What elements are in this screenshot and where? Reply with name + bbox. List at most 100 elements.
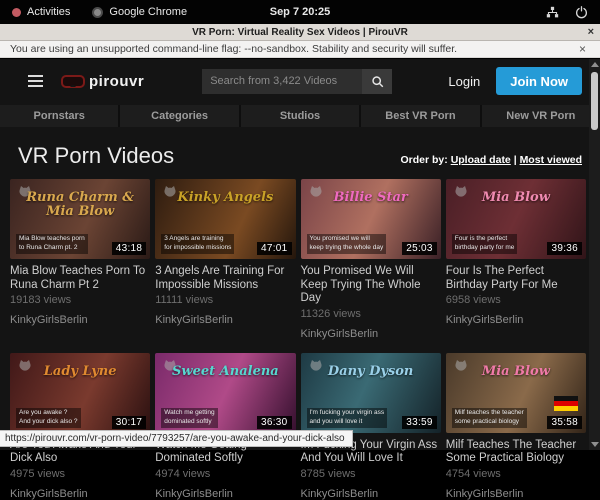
video-card[interactable]: Dany Dyson I'm fucking your virgin assan… bbox=[301, 353, 441, 500]
studio-link[interactable]: KinkyGirlsBerlin bbox=[10, 488, 150, 500]
video-grid: Runa Charm & Mia Blow Mia Blow teaches p… bbox=[0, 177, 600, 500]
duration-badge: 30:17 bbox=[112, 416, 147, 429]
order-by-label: Order by: bbox=[401, 154, 448, 166]
activities-button[interactable]: Activities bbox=[12, 6, 70, 18]
thumbnail-caption: I'm fucking your virgin assand you will … bbox=[307, 408, 388, 428]
duration-badge: 25:03 bbox=[402, 242, 437, 255]
search-bar bbox=[202, 69, 392, 94]
video-thumbnail[interactable]: Mia Blow Milf teaches the teachersome pr… bbox=[446, 353, 586, 433]
browser-title-bar: VR Porn: Virtual Reality Sex Videos | Pi… bbox=[0, 24, 600, 41]
window-close-icon[interactable]: × bbox=[588, 26, 594, 38]
video-title[interactable]: Milf Teaches The Teacher Some Practical … bbox=[446, 439, 586, 466]
studio-link[interactable]: KinkyGirlsBerlin bbox=[155, 314, 295, 326]
view-count: 4974 views bbox=[155, 468, 295, 480]
search-button[interactable] bbox=[362, 69, 392, 94]
chrome-warning-bar: You are using an unsupported command-lin… bbox=[0, 41, 600, 58]
duration-badge: 39:36 bbox=[547, 242, 582, 255]
join-now-button[interactable]: Join Now bbox=[496, 67, 582, 95]
logo-text: pirouvr bbox=[89, 73, 144, 90]
active-app-menu[interactable]: Google Chrome bbox=[92, 6, 187, 18]
network-icon[interactable] bbox=[546, 6, 559, 19]
view-count: 8785 views bbox=[301, 468, 441, 480]
studio-link[interactable]: KinkyGirlsBerlin bbox=[446, 314, 586, 326]
search-icon bbox=[371, 75, 384, 88]
view-count: 4975 views bbox=[10, 468, 150, 480]
view-count: 11111 views bbox=[155, 294, 295, 306]
video-title[interactable]: You Promised We Will Keep Trying The Who… bbox=[301, 265, 441, 306]
caption-line: keep trying the whole day bbox=[310, 244, 384, 251]
video-card[interactable]: Mia Blow Milf teaches the teachersome pr… bbox=[446, 353, 586, 500]
search-input[interactable] bbox=[202, 69, 362, 94]
video-card[interactable]: Sweet Analena Watch me gettingdominated … bbox=[155, 353, 295, 500]
activities-label: Activities bbox=[27, 6, 70, 18]
studio-link[interactable]: KinkyGirlsBerlin bbox=[301, 488, 441, 500]
warning-close-icon[interactable]: × bbox=[579, 42, 590, 56]
record-indicator-icon bbox=[12, 8, 21, 17]
duration-badge: 35:58 bbox=[547, 416, 582, 429]
caption-line: Mia Blow teaches porn bbox=[19, 235, 85, 242]
video-thumbnail[interactable]: Lady Lyne Are you awake ?And your dick a… bbox=[10, 353, 150, 433]
video-card[interactable]: Billie Star You promised we will keep try… bbox=[301, 179, 441, 340]
video-title[interactable]: 3 Angels Are Training For Impossible Mis… bbox=[155, 265, 295, 292]
caption-line: Four is the perfect bbox=[455, 235, 507, 242]
caption-line: You promised we will bbox=[310, 235, 370, 242]
video-thumbnail[interactable]: Billie Star You promised we will keep try… bbox=[301, 179, 441, 259]
thumbnail-overlay-name: Mia Blow bbox=[446, 365, 586, 379]
page-scrollbar[interactable] bbox=[589, 59, 600, 450]
video-thumbnail[interactable]: Runa Charm & Mia Blow Mia Blow teaches p… bbox=[10, 179, 150, 259]
scroll-down-icon[interactable] bbox=[591, 442, 599, 447]
order-upload-date-link[interactable]: Upload date bbox=[451, 154, 511, 166]
thumbnail-caption: 3 Angels are training for impossible miss… bbox=[161, 234, 234, 254]
tab-title: VR Porn: Virtual Reality Sex Videos | Pi… bbox=[192, 27, 408, 38]
video-card[interactable]: Mia Blow Four is the perfectbirthday par… bbox=[446, 179, 586, 340]
view-count: 6958 views bbox=[446, 294, 586, 306]
caption-line: 3 Angels are training bbox=[164, 235, 223, 242]
thumbnail-overlay-name: Mia Blow bbox=[446, 191, 586, 205]
video-card[interactable]: Kinky Angels 3 Angels are training for im… bbox=[155, 179, 295, 340]
thumbnail-caption: Four is the perfectbirthday party for me bbox=[452, 234, 518, 254]
scrollbar-thumb[interactable] bbox=[591, 72, 598, 130]
caption-line: dominated softly bbox=[164, 418, 211, 425]
nav-item-new-vr-porn[interactable]: New VR Porn bbox=[482, 105, 600, 127]
site-logo[interactable]: pirouvr bbox=[61, 73, 144, 90]
caption-line: Milf teaches the teacher bbox=[455, 409, 524, 416]
nav-item-studios[interactable]: Studios bbox=[241, 105, 359, 127]
video-title[interactable]: Mia Blow Teaches Porn To Runa Charm Pt 2 bbox=[10, 265, 150, 292]
video-card[interactable]: Runa Charm & Mia Blow Mia Blow teaches p… bbox=[10, 179, 150, 340]
active-app-label: Google Chrome bbox=[109, 6, 187, 18]
power-icon[interactable] bbox=[575, 6, 588, 19]
page-header: VR Porn Videos Order by: Upload date | M… bbox=[0, 127, 600, 177]
thumbnail-overlay-name: Kinky Angels bbox=[155, 191, 295, 205]
caption-line: I'm fucking your virgin ass bbox=[310, 409, 385, 416]
duration-badge: 47:01 bbox=[257, 242, 292, 255]
main-nav: Pornstars Categories Studios Best VR Por… bbox=[0, 105, 600, 127]
status-url-tooltip: https://pirouvr.com/vr-porn-video/779325… bbox=[0, 430, 353, 447]
nav-item-best-vr-porn[interactable]: Best VR Porn bbox=[361, 105, 479, 127]
nav-item-categories[interactable]: Categories bbox=[120, 105, 238, 127]
view-count: 19183 views bbox=[10, 294, 150, 306]
video-card[interactable]: Lady Lyne Are you awake ?And your dick a… bbox=[10, 353, 150, 500]
nav-item-pornstars[interactable]: Pornstars bbox=[0, 105, 118, 127]
scroll-up-icon[interactable] bbox=[591, 62, 599, 67]
order-separator: | bbox=[511, 154, 520, 166]
video-title[interactable]: Four Is The Perfect Birthday Party For M… bbox=[446, 265, 586, 292]
system-bar: Activities Google Chrome Sep 7 20:25 bbox=[0, 0, 600, 24]
video-thumbnail[interactable]: Sweet Analena Watch me gettingdominated … bbox=[155, 353, 295, 433]
caption-line: for impossible missions bbox=[164, 244, 231, 251]
thumbnail-caption: Mia Blow teaches pornto Runa Charm pt. 2 bbox=[16, 234, 88, 254]
menu-icon[interactable] bbox=[28, 75, 43, 87]
video-thumbnail[interactable]: Kinky Angels 3 Angels are training for im… bbox=[155, 179, 295, 259]
view-count: 11326 views bbox=[301, 308, 441, 320]
thumbnail-caption: Are you awake ?And your dick also ? bbox=[16, 408, 81, 428]
studio-link[interactable]: KinkyGirlsBerlin bbox=[155, 488, 295, 500]
video-thumbnail[interactable]: Mia Blow Four is the perfectbirthday par… bbox=[446, 179, 586, 259]
studio-link[interactable]: KinkyGirlsBerlin bbox=[10, 314, 150, 326]
order-most-viewed-link[interactable]: Most viewed bbox=[520, 154, 582, 166]
video-thumbnail[interactable]: Dany Dyson I'm fucking your virgin assan… bbox=[301, 353, 441, 433]
studio-link[interactable]: KinkyGirlsBerlin bbox=[446, 488, 586, 500]
thumbnail-caption: Milf teaches the teachersome practical b… bbox=[452, 408, 527, 428]
studio-link[interactable]: KinkyGirlsBerlin bbox=[301, 328, 441, 340]
thumbnail-overlay-name: Billie Star bbox=[301, 191, 441, 205]
login-link[interactable]: Login bbox=[448, 74, 480, 89]
clock[interactable]: Sep 7 20:25 bbox=[270, 6, 331, 18]
